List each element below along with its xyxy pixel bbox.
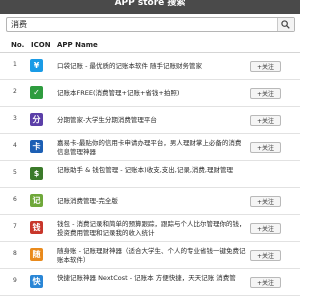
icon-glyph: 随 — [32, 250, 41, 259]
follow-button[interactable]: +关注 — [250, 196, 281, 207]
list-item[interactable]: 3 分 分期管家-大学生分期消费管理平台 +关注 — [0, 107, 300, 134]
row-number: 7 — [13, 223, 17, 230]
app-name-link[interactable]: 分期管家-大学生分期消费管理平台 — [57, 116, 246, 125]
account-app-icon[interactable]: 随 — [30, 248, 43, 261]
wallet-red-app-icon[interactable]: 钱 — [30, 221, 43, 234]
app-name-link[interactable]: 随身账 - 记账理财神器（适合大学生、个人的专业省钱一键免费记账本软件） — [57, 247, 246, 265]
follow-button[interactable]: +关注 — [250, 250, 281, 261]
list-item[interactable]: 5 $ 记账助手 & 钱包管理 - 记账本)收支,支出,记录,消费,理财管理 — [0, 161, 300, 188]
follow-button[interactable]: +关注 — [250, 61, 281, 72]
column-headers: No. ICON APP Name — [0, 37, 300, 53]
row-number: 5 — [13, 169, 17, 176]
list-item[interactable]: 1 ¥ 口袋记账 - 最优质的记账本软件 随手记账财务管家 +关注 — [0, 53, 300, 80]
row-number: 9 — [13, 277, 17, 284]
app-list: 1 ¥ 口袋记账 - 最优质的记账本软件 随手记账财务管家 +关注 2 ✓ 记账本FREE(… — [0, 53, 300, 296]
app-name-link[interactable]: 口袋记账 - 最优质的记账本软件 随手记账财务管家 — [57, 62, 246, 71]
app-name-link[interactable]: 快捷记账神器 NextCost - 记账本 方便快捷，天天记账 消费管 — [57, 274, 246, 283]
leaf-app-icon[interactable]: 记 — [30, 194, 43, 207]
icon-glyph: ¥ — [33, 61, 40, 70]
list-item[interactable]: 8 随 随身账 - 记账理财神器（适合大学生、个人的专业省钱一键免费记账本软件） +关… — [0, 242, 300, 269]
coin-app-icon[interactable]: $ — [30, 167, 43, 180]
app-name-link[interactable]: 记账消费管理-完全版 — [57, 197, 246, 206]
icon-glyph: 记 — [32, 196, 41, 205]
icon-glyph: 钱 — [32, 223, 41, 232]
list-item[interactable]: 2 ✓ 记账本FREE(消费管理+记账+省钱+拍照) +关注 — [0, 80, 300, 107]
page-title: APP store 搜索 — [114, 0, 186, 8]
search-button[interactable] — [277, 18, 294, 31]
installment-app-icon[interactable]: 分 — [30, 113, 43, 126]
search-input[interactable] — [7, 18, 281, 31]
credit-card-app-icon[interactable]: 卡 — [30, 140, 43, 153]
icon-glyph: ✓ — [33, 88, 40, 97]
search-bar — [6, 17, 295, 32]
app-name-link[interactable]: 嘉易卡-最贴你的信用卡申请办理平台，男人理财掌上必备的消费信息管理神器 — [57, 139, 246, 157]
app-name-link[interactable]: 记账助手 & 钱包管理 - 记账本)收支,支出,记录,消费,理财管理 — [57, 166, 246, 175]
icon-glyph: 快 — [32, 277, 41, 286]
row-number: 6 — [13, 196, 17, 203]
row-number: 3 — [13, 115, 17, 122]
list-item[interactable]: 9 快 快捷记账神器 NextCost - 记账本 方便快捷，天天记账 消费管 +关注 — [0, 269, 300, 296]
list-item[interactable]: 6 记 记账消费管理-完全版 +关注 — [0, 188, 300, 215]
icon-glyph: 分 — [32, 115, 41, 124]
column-header-name: APP Name — [57, 41, 98, 49]
search-icon — [281, 20, 290, 29]
follow-button[interactable]: +关注 — [250, 277, 281, 288]
list-item[interactable]: 7 钱 钱包 - 消费记录和简单的预算跟踪，跟踪与个人比尔管理你的钱，投资费用管理和… — [0, 215, 300, 242]
app-name-link[interactable]: 钱包 - 消费记录和简单的预算跟踪，跟踪与个人比尔管理你的钱，投资费用管理和记录… — [57, 220, 246, 238]
notebook-app-icon[interactable]: ✓ — [30, 86, 43, 99]
fast-app-icon[interactable]: 快 — [30, 275, 43, 288]
row-number: 2 — [13, 88, 17, 95]
row-number: 4 — [13, 142, 17, 149]
row-number: 1 — [13, 61, 17, 68]
app-name-link[interactable]: 记账本FREE(消费管理+记账+省钱+拍照) — [57, 89, 246, 98]
follow-button[interactable]: +关注 — [250, 142, 281, 153]
column-header-icon: ICON — [31, 41, 51, 49]
icon-glyph: 卡 — [32, 142, 41, 151]
column-header-no: No. — [11, 41, 25, 49]
follow-button[interactable]: +关注 — [250, 223, 281, 234]
icon-glyph: $ — [33, 169, 40, 178]
wallet-app-icon[interactable]: ¥ — [30, 59, 43, 72]
app-header: APP store 搜索 — [0, 0, 300, 14]
list-item[interactable]: 4 卡 嘉易卡-最贴你的信用卡申请办理平台，男人理财掌上必备的消费信息管理神器 +关注 — [0, 134, 300, 161]
follow-button[interactable]: +关注 — [250, 115, 281, 126]
follow-button[interactable]: +关注 — [250, 88, 281, 99]
row-number: 8 — [13, 250, 17, 257]
